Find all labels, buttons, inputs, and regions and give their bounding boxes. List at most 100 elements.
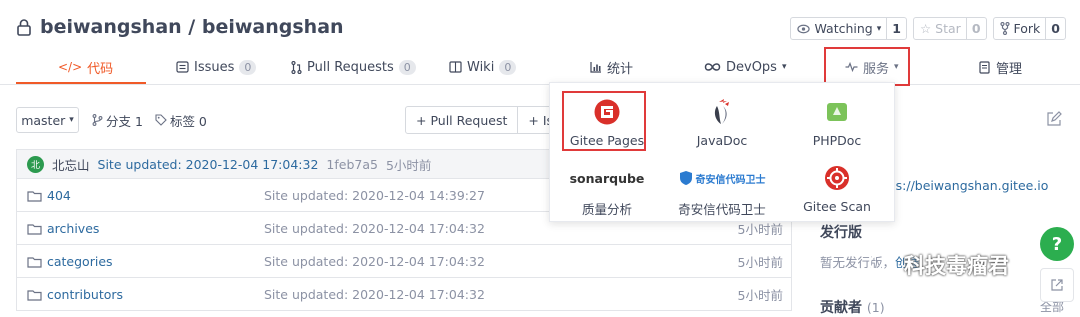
edit-icon[interactable] <box>1046 111 1062 127</box>
homepage-link[interactable]: https://beiwangshan.gitee.io <box>870 178 1048 193</box>
star-button[interactable]: ☆ Star 0 <box>912 17 987 40</box>
fork-count[interactable]: 0 <box>1045 18 1065 39</box>
caret-down-icon: ▾ <box>876 23 882 34</box>
watermark-text: 科技毒瘤君 <box>904 254 1009 278</box>
watch-button[interactable]: Watching ▾ 1 <box>790 17 907 40</box>
watch-count[interactable]: 1 <box>886 18 906 39</box>
branch-select[interactable]: master ▾ <box>16 107 79 133</box>
file-name: categories <box>47 254 113 269</box>
share-button[interactable] <box>1040 268 1074 302</box>
new-pull-request-button[interactable]: + Pull Request <box>406 107 517 133</box>
menu-item-javadoc[interactable]: JavaDoc <box>667 97 777 148</box>
pull-request-icon <box>291 60 302 74</box>
tab-issues[interactable]: Issues 0 <box>176 52 257 82</box>
menu-item-quality[interactable]: sonarqube 质量分析 <box>552 163 662 218</box>
star-icon: ☆ <box>919 21 932 36</box>
watermark: 科技毒瘤君 <box>868 250 1009 280</box>
repo-nav: </> 代码 Issues 0 Pull Requests 0 Wiki 0 统… <box>0 52 1080 82</box>
tag-icon <box>155 114 167 126</box>
star-count[interactable]: 0 <box>965 18 986 39</box>
branch-info: 分支 1 标签 0 <box>92 107 207 133</box>
tab-devops-label: DevOps <box>726 59 777 75</box>
commit-time: 5小时前 <box>385 157 432 173</box>
menu-item-label: JavaDoc <box>696 133 748 148</box>
tab-manage[interactable]: 管理 <box>979 52 1022 82</box>
menu-item-label: 质量分析 <box>581 202 632 217</box>
watch-label: Watching <box>814 21 873 36</box>
help-button[interactable]: ? <box>1040 227 1074 261</box>
tab-pull-requests[interactable]: Pull Requests 0 <box>291 52 416 82</box>
tab-code[interactable]: </> 代码 <box>58 52 113 82</box>
file-commit-message[interactable]: Site updated: 2020-12-04 17:04:32 <box>264 278 485 311</box>
tab-pull-requests-label: Pull Requests <box>307 59 394 75</box>
issues-icon <box>176 61 189 73</box>
qianxin-logo-text: 奇安信代码卫士 <box>695 174 766 186</box>
file-name: contributors <box>47 287 124 302</box>
table-row: categories Site updated: 2020-12-04 17:0… <box>16 245 792 278</box>
wechat-icon <box>869 254 897 275</box>
tab-stats[interactable]: 统计 <box>590 52 633 82</box>
menu-item-gitee-scan[interactable]: Gitee Scan <box>782 163 892 214</box>
eye-icon <box>797 24 811 33</box>
folder-icon <box>27 256 42 268</box>
infinity-icon <box>704 63 721 71</box>
file-commit-message[interactable]: Site updated: 2020-12-04 17:04:32 <box>264 212 485 245</box>
phpdoc-icon <box>827 103 847 121</box>
lock-icon <box>17 19 31 36</box>
file-link[interactable]: contributors <box>27 278 123 311</box>
issues-count-badge: 0 <box>239 59 257 75</box>
wiki-count-badge: 0 <box>499 59 517 75</box>
file-link[interactable]: categories <box>27 245 113 278</box>
nav-divider <box>0 84 1080 85</box>
question-icon: ? <box>1051 233 1063 255</box>
pulls-count-badge: 0 <box>398 59 416 75</box>
branches-label: 分支 1 <box>106 113 143 129</box>
menu-item-phpdoc[interactable]: PHPDoc <box>782 97 892 148</box>
repo-header: beiwangshan / beiwangshan <box>16 14 344 40</box>
services-highlight-box <box>824 47 910 86</box>
tab-wiki-label: Wiki <box>467 59 495 75</box>
repo-actions: Watching ▾ 1 ☆ Star 0 Fork 0 <box>790 17 1066 40</box>
branch-name: master <box>21 112 66 128</box>
tags-label: 标签 0 <box>169 113 207 129</box>
code-icon: </> <box>58 60 83 74</box>
file-commit-message[interactable]: Site updated: 2020-12-04 14:39:27 <box>264 179 485 212</box>
file-commit-message[interactable]: Site updated: 2020-12-04 17:04:32 <box>264 245 485 278</box>
releases-heading: 发行版 <box>820 225 862 241</box>
file-link[interactable]: 404 <box>27 179 71 212</box>
fork-icon <box>999 22 1010 35</box>
file-name: archives <box>47 221 100 236</box>
javadoc-icon <box>714 99 729 124</box>
file-name: 404 <box>47 188 71 203</box>
tab-stats-label: 统计 <box>607 61 634 77</box>
gitee-pages-highlight-box <box>562 91 646 151</box>
menu-item-label: PHPDoc <box>812 133 862 148</box>
commit-author[interactable]: 北忘山 <box>52 155 90 174</box>
avatar[interactable]: 北 <box>27 155 44 173</box>
branch-icon <box>92 114 103 126</box>
caret-down-icon: ▾ <box>781 62 787 72</box>
repo-title[interactable]: beiwangshan / beiwangshan <box>40 16 344 38</box>
tab-manage-label: 管理 <box>996 61 1023 77</box>
folder-icon <box>27 223 42 235</box>
fork-button[interactable]: Fork 0 <box>992 17 1066 40</box>
sonarqube-logo-icon: sonarqube <box>569 170 645 186</box>
file-commit-time: 5小时前 <box>737 288 783 303</box>
tab-wiki[interactable]: Wiki 0 <box>449 52 517 82</box>
folder-icon <box>27 190 42 202</box>
branches-link[interactable]: 分支 1 <box>92 111 143 130</box>
tags-link[interactable]: 标签 0 <box>155 111 207 130</box>
tab-code-label: 代码 <box>87 61 114 77</box>
menu-item-qianxin[interactable]: 奇安信代码卫士 奇安信代码卫士 <box>667 163 777 218</box>
folder-icon <box>27 289 42 301</box>
file-commit-time: 5小时前 <box>737 255 783 270</box>
star-label: Star <box>935 21 961 36</box>
tab-devops[interactable]: DevOps ▾ <box>704 52 787 82</box>
settings-doc-icon <box>979 60 990 74</box>
contributors-heading: 贡献者 (1) <box>820 297 885 317</box>
commit-message[interactable]: Site updated: 2020-12-04 17:04:32 <box>98 157 319 172</box>
qianxin-shield-icon <box>679 171 692 185</box>
target-icon <box>825 166 849 190</box>
file-link[interactable]: archives <box>27 212 99 245</box>
commit-sha[interactable]: 1feb7a5 <box>326 157 378 172</box>
